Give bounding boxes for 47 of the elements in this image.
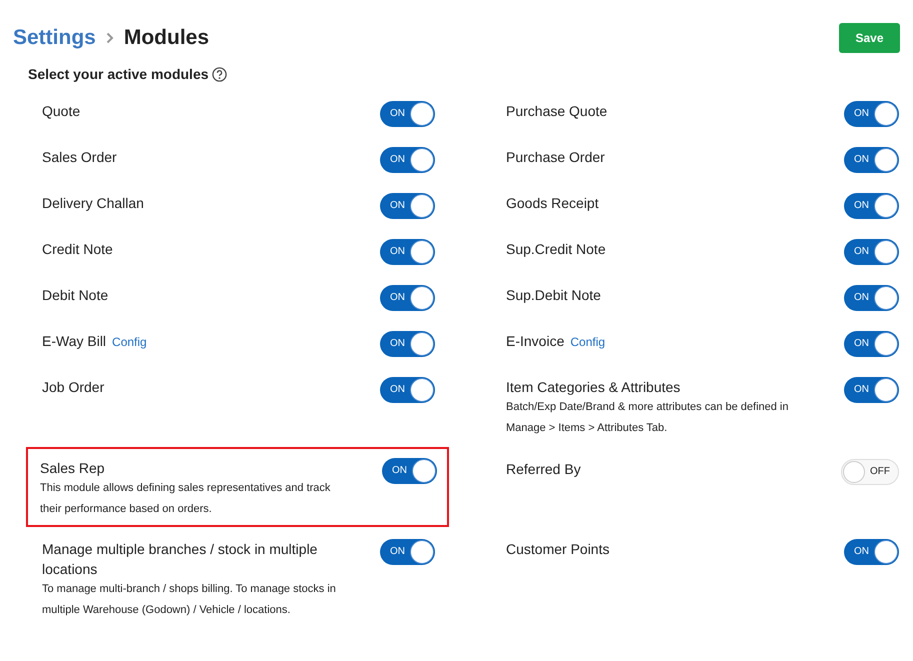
toggle-switch[interactable]: ON [382, 458, 437, 484]
toggle-switch[interactable]: ON [844, 284, 899, 310]
config-link[interactable]: Config [112, 332, 147, 350]
module-label: Purchase Order [506, 148, 605, 166]
toggle-switch[interactable]: ON [380, 376, 435, 402]
toggle-switch[interactable]: ON [844, 376, 899, 402]
toggle-switch[interactable]: ON [844, 538, 899, 564]
page-title: Modules [124, 25, 210, 51]
chevron-icon [106, 32, 114, 44]
module-label: Sup.Debit Note [506, 286, 601, 304]
module-description: Batch/Exp Date/Brand & more attributes can be defined in Manage > Items > Attributes Tab. [506, 400, 790, 436]
module-label: Referred By [506, 460, 581, 478]
module-label: Quote [42, 102, 80, 120]
toggle-switch[interactable]: OFF [841, 458, 899, 484]
toggle-switch[interactable]: ON [380, 284, 435, 310]
section-heading: Select your active modules [28, 64, 209, 84]
module-label: Item Categories & Attributes [506, 378, 680, 396]
toggle-switch[interactable]: ON [380, 192, 435, 218]
module-label: Purchase Quote [506, 102, 608, 120]
toggle-switch[interactable]: ON [380, 238, 435, 264]
toggle-switch[interactable]: ON [380, 146, 435, 172]
toggle-switch[interactable]: ON [380, 100, 435, 126]
module-label: E-Way Bill [42, 332, 106, 350]
help-icon[interactable] [212, 66, 227, 82]
module-label: Job Order [42, 378, 104, 396]
module-description: To manage multi-branch / shops billing. To manage stocks in multiple Warehouse (Godown) / Vehicle / locations. [42, 582, 337, 618]
toggle-switch[interactable]: ON [380, 538, 435, 564]
module-label: Delivery Challan [42, 194, 144, 212]
module-label: Sales Order [42, 148, 117, 166]
module-label: E-Invoice [506, 332, 564, 350]
module-label: Manage multiple branches / stock in multiple locations [42, 540, 318, 578]
toggle-switch[interactable]: ON [844, 100, 899, 126]
toggle-switch[interactable]: ON [844, 238, 899, 264]
toggle-switch[interactable]: ON [844, 192, 899, 218]
config-link[interactable]: Config [570, 332, 606, 350]
module-label: Sup.Credit Note [506, 240, 606, 258]
toggle-switch[interactable]: ON [380, 330, 435, 356]
toggle-switch[interactable]: ON [844, 330, 899, 356]
toggle-switch[interactable]: ON [844, 146, 899, 172]
module-label: Customer Points [506, 540, 610, 558]
breadcrumb-link[interactable]: Settings [13, 22, 96, 54]
module-description: This module allows defining sales representatives and track their performance based on orders. [40, 480, 332, 516]
module-label: Credit Note [42, 240, 113, 258]
save-button[interactable]: Save [839, 22, 900, 53]
module-label: Debit Note [42, 286, 108, 304]
module-label: Sales Rep [40, 458, 105, 478]
module-label: Goods Receipt [506, 194, 599, 212]
